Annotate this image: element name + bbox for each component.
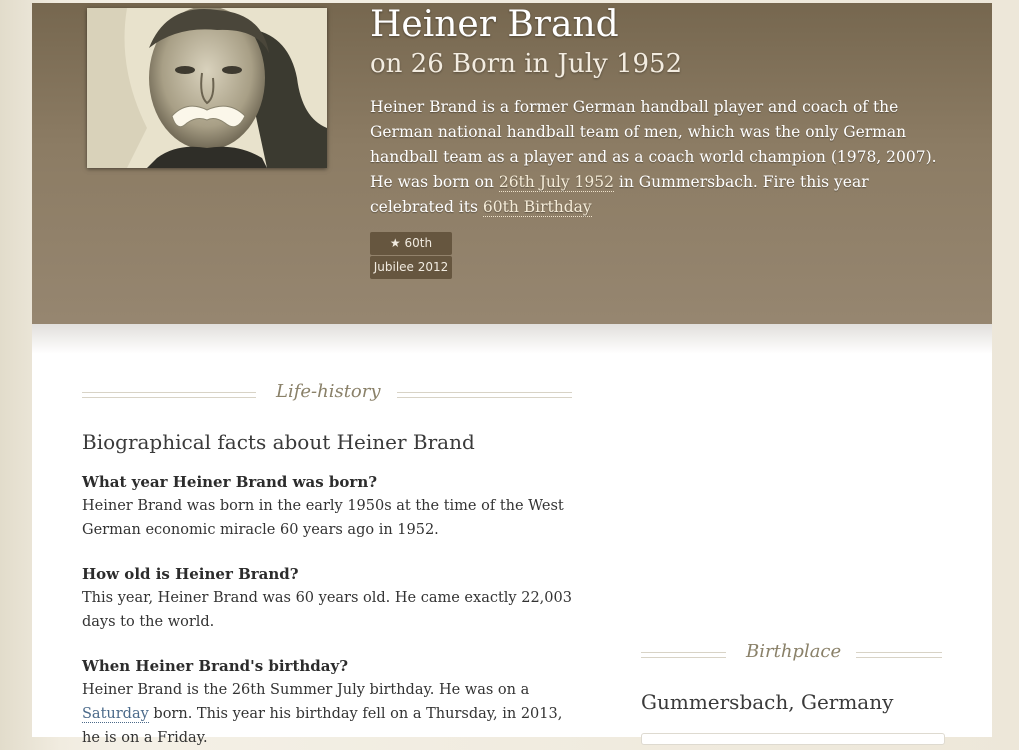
map-box [641,733,945,745]
faq-answer-text-2: born. This year his birthday fell on a T… [82,706,563,746]
faq-question: When Heiner Brand's birthday? [82,657,349,675]
hero-banner: Heiner Brand on 26 Born in July 1952 Hei… [32,3,992,324]
biography-heading: Biographical facts about Heiner Brand [82,430,475,454]
birthday-link[interactable]: 60th Birthday [482,198,592,217]
person-name: Heiner Brand [370,4,619,45]
faq-answer: Heiner Brand is the 26th Summer July bir… [82,678,582,750]
intro-paragraph: Heiner Brand is a former German handball… [370,95,940,245]
divider-right [856,652,942,658]
badge-anniversary: ★ 60th [370,232,452,255]
faq-question: What year Heiner Brand was born? [82,473,378,491]
faq-answer: This year, Heiner Brand was 60 years old… [82,590,572,630]
portrait-image [87,8,327,168]
faq-answer-text-1: Heiner Brand is the 26th Summer July bir… [82,682,530,698]
faq-question: How old is Heiner Brand? [82,565,299,583]
faq-item: When Heiner Brand's birthday? Heiner Bra… [82,654,582,750]
faq-item: How old is Heiner Brand? This year, Hein… [82,562,582,634]
page-container: Heiner Brand on 26 Born in July 1952 Hei… [32,3,992,746]
divider-left [641,652,726,658]
birthplace-title: Birthplace [746,641,842,662]
life-history-title: Life-history [276,381,381,402]
faq-answer: Heiner Brand was born in the early 1950s… [82,498,564,538]
birth-subtitle: on 26 Born in July 1952 [370,49,683,79]
divider-left [82,392,256,398]
hero-shadow [32,324,992,354]
birthdate-link[interactable]: 26th July 1952 [498,173,614,192]
faq-item: What year Heiner Brand was born? Heiner … [82,470,582,542]
birthplace-name: Gummersbach, Germany [641,690,894,714]
weekday-link[interactable]: Saturday [82,706,149,723]
profile-photo [87,8,327,168]
badge-year: Jubilee 2012 [370,256,452,279]
jubilee-badge[interactable]: ★ 60th Jubilee 2012 [370,232,452,279]
divider-right [397,392,572,398]
